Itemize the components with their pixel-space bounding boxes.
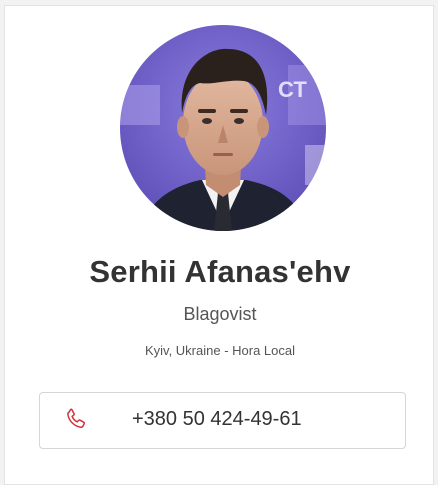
- phone-button[interactable]: +380 50 424-49-61: [39, 392, 406, 449]
- phone-icon: [64, 407, 88, 431]
- company-name: Blagovist: [183, 304, 257, 324]
- avatar: СТ: [120, 25, 326, 231]
- location-text: Kyiv, Ukraine - Hora Local: [144, 343, 296, 358]
- profile-card: СТ Serhii Afanas'ehv Blagovist Kyiv, Ukr…: [4, 5, 434, 485]
- profile-name: Serhii Afanas'ehv: [89, 254, 351, 289]
- avatar-photo: СТ: [120, 25, 326, 231]
- phone-number: +380 50 424-49-61: [132, 408, 302, 430]
- banner-text: СТ: [278, 77, 307, 102]
